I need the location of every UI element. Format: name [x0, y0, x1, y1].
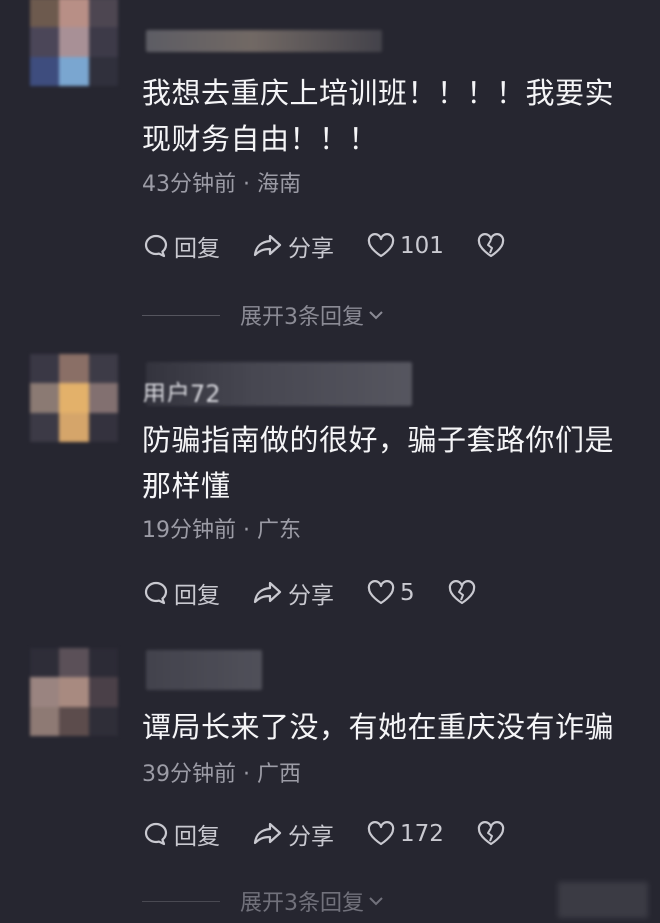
- share-label: 分享: [288, 583, 334, 609]
- reply-label: 回复: [174, 583, 220, 609]
- comment-item: 用户72 防骗指南做的很好，骗子套路你们是那样懂 19分钟前 · 广东 回复 分…: [0, 340, 660, 620]
- broken-heart-icon: [477, 821, 505, 846]
- heart-icon: [367, 580, 395, 605]
- comment-location: 广西: [257, 762, 302, 787]
- divider: [142, 314, 220, 316]
- like-count: 172: [400, 821, 444, 847]
- comment-item: 我想去重庆上培训班！！！！我要实现财务自由！！！ 43分钟前 · 海南 回复 分…: [0, 0, 660, 340]
- share-label: 分享: [288, 236, 334, 262]
- like-button[interactable]: 172: [366, 820, 444, 848]
- comment-time: 39分钟前: [142, 762, 236, 787]
- username-blurred[interactable]: [146, 650, 262, 690]
- reply-button[interactable]: 回复: [142, 576, 220, 610]
- comment-location: 广东: [257, 518, 302, 543]
- reply-label: 回复: [174, 236, 220, 262]
- chevron-down-icon: [369, 311, 383, 320]
- comment-meta: 39分钟前 · 广西: [142, 756, 301, 788]
- separator: ·: [243, 762, 250, 787]
- heart-icon: [367, 821, 395, 846]
- avatar[interactable]: [30, 354, 118, 442]
- comment-meta: 19分钟前 · 广东: [142, 512, 301, 544]
- reply-button[interactable]: 回复: [142, 229, 220, 263]
- divider: [142, 900, 220, 902]
- comment-actions: 回复 分享 5: [142, 576, 513, 610]
- expand-replies[interactable]: 展开3条回复: [142, 300, 442, 330]
- reply-button[interactable]: 回复: [142, 817, 220, 851]
- comment-text: 防骗指南做的很好，骗子套路你们是那样懂: [142, 423, 615, 503]
- comment-item: 谭局长来了没，有她在重庆没有诈骗 39分钟前 · 广西 回复 分享 172 展开…: [0, 620, 660, 923]
- separator: ·: [243, 518, 250, 543]
- comment-text: 我想去重庆上培训班！！！！我要实现财务自由！！！: [142, 76, 615, 156]
- share-label: 分享: [288, 824, 334, 850]
- comment-bubble-icon: [144, 234, 168, 258]
- watermark-blur: [558, 882, 648, 918]
- expand-label: 展开3条回复: [240, 891, 364, 916]
- like-button[interactable]: 101: [366, 232, 444, 260]
- comment-meta: 43分钟前 · 海南: [142, 166, 301, 198]
- comment-actions: 回复 分享 101: [142, 229, 542, 263]
- like-count: 5: [400, 580, 415, 606]
- username-partial[interactable]: 用户72: [142, 374, 221, 402]
- comment-location: 海南: [257, 172, 302, 197]
- heart-icon: [367, 233, 395, 258]
- dislike-button[interactable]: [476, 232, 510, 260]
- share-arrow-icon: [253, 581, 282, 604]
- like-button[interactable]: 5: [366, 579, 415, 607]
- expand-replies[interactable]: 展开3条回复: [142, 886, 442, 916]
- chevron-down-icon: [369, 897, 383, 906]
- username-blurred[interactable]: [146, 30, 382, 52]
- dislike-button[interactable]: [447, 579, 481, 607]
- reply-label: 回复: [174, 824, 220, 850]
- avatar[interactable]: [30, 648, 118, 736]
- comment-bubble-icon: [144, 822, 168, 846]
- avatar[interactable]: [30, 0, 118, 86]
- broken-heart-icon: [477, 233, 505, 258]
- share-arrow-icon: [253, 822, 282, 845]
- comment-text: 谭局长来了没，有她在重庆没有诈骗: [142, 710, 615, 744]
- comment-bubble-icon: [144, 581, 168, 605]
- broken-heart-icon: [448, 580, 475, 605]
- like-count: 101: [400, 233, 444, 259]
- dislike-button[interactable]: [476, 820, 510, 848]
- share-button[interactable]: 分享: [252, 576, 334, 610]
- share-button[interactable]: 分享: [252, 229, 334, 263]
- comment-actions: 回复 分享 172: [142, 817, 542, 851]
- share-button[interactable]: 分享: [252, 817, 334, 851]
- share-arrow-icon: [253, 234, 282, 257]
- expand-label: 展开3条回复: [240, 305, 364, 330]
- comment-time: 19分钟前: [142, 518, 236, 543]
- separator: ·: [243, 172, 250, 197]
- comment-time: 43分钟前: [142, 172, 236, 197]
